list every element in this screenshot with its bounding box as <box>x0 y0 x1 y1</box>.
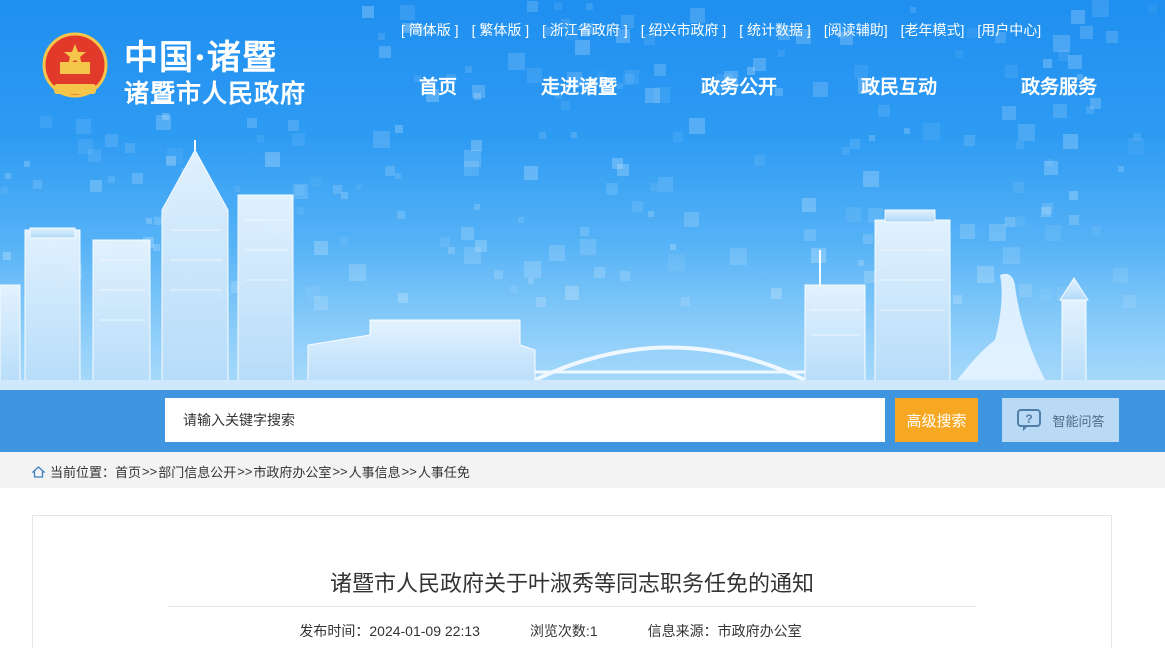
mosaic-tile <box>378 33 385 40</box>
mosaic-tile <box>1148 4 1157 13</box>
mosaic-tile <box>1080 26 1093 39</box>
city-skyline-illustration <box>0 140 1165 390</box>
mosaic-tile <box>586 3 593 10</box>
mosaic-tile <box>1043 59 1052 68</box>
publish-time: 发布时间：2024-01-09 22:13 <box>299 621 480 641</box>
mosaic-tile <box>1018 124 1035 141</box>
breadcrumb-separator: >> <box>142 464 158 479</box>
view-count: 浏览次数:1 <box>530 621 598 641</box>
utility-links: [ 简体版 ] [ 繁体版 ] [ 浙江省政府 ] [ 绍兴市政府 ] [ 统计… <box>397 20 1050 40</box>
mosaic-tile <box>156 115 171 130</box>
advanced-search-button[interactable]: 高级搜索 <box>895 398 978 442</box>
mosaic-tile <box>379 46 391 58</box>
breadcrumb-personnel-info[interactable]: 人事信息 <box>349 462 401 481</box>
home-icon <box>32 465 45 478</box>
publish-time-label: 发布时间： <box>299 623 370 639</box>
mosaic-tile <box>527 1 538 12</box>
mosaic-tile <box>955 50 963 58</box>
breadcrumb-bar: 当前位置： 首页 >> 部门信息公开 >> 市政府办公室 >> 人事信息 >> … <box>0 452 1165 488</box>
mosaic-tile <box>40 116 52 128</box>
mosaic-tile <box>247 118 257 128</box>
link-traditional-chinese[interactable]: [ 繁体版 ] <box>468 20 534 40</box>
mosaic-tile <box>1068 55 1082 69</box>
mosaic-tile <box>76 119 91 134</box>
mosaic-tile <box>400 5 415 20</box>
smart-qa-label: 智能问答 <box>1052 413 1105 429</box>
breadcrumb-home[interactable]: 首页 <box>115 462 141 481</box>
search-band: 高级搜索 ? 智能问答 <box>0 390 1165 452</box>
mosaic-tile <box>1092 0 1109 17</box>
mosaic-tile <box>554 2 562 10</box>
mosaic-tile <box>575 40 590 55</box>
breadcrumb-appointments[interactable]: 人事任免 <box>418 462 470 481</box>
publish-time-value: 2024-01-09 22:13 <box>369 623 480 639</box>
view-count-value: 1 <box>589 623 598 639</box>
link-reading-aid[interactable]: [阅读辅助] <box>820 20 892 40</box>
mosaic-tile <box>878 105 890 117</box>
mosaic-tile <box>1002 106 1016 120</box>
smart-qa-button[interactable]: ? 智能问答 <box>1002 398 1119 442</box>
breadcrumb-prefix: 当前位置： <box>50 465 116 480</box>
nav-about-zhuji[interactable]: 走进诸暨 <box>541 72 617 99</box>
mosaic-tile <box>1071 10 1085 24</box>
article-title: 诸暨市人民政府关于叶淑秀等同志职务任免的通知 <box>329 571 814 596</box>
info-source: 信息来源：市政府办公室 <box>648 621 802 641</box>
breadcrumb-separator: >> <box>401 464 417 479</box>
mosaic-tile <box>689 118 705 134</box>
main-navigation: 首页 走进诸暨 政务公开 政民互动 政务服务 <box>0 72 1165 100</box>
mosaic-tile <box>1053 35 1070 52</box>
mosaic-tile <box>778 50 785 57</box>
mosaic-tile <box>508 53 525 70</box>
mosaic-tile <box>571 132 577 138</box>
svg-text:?: ? <box>1026 412 1033 426</box>
mosaic-tile <box>288 120 299 131</box>
mosaic-tile <box>561 101 570 110</box>
link-elderly-mode[interactable]: [老年模式] <box>897 20 969 40</box>
breadcrumb-separator: >> <box>332 464 348 479</box>
view-count-label: 浏览次数: <box>529 623 590 639</box>
link-statistics[interactable]: [ 统计数据 ] <box>735 20 815 40</box>
mosaic-tile <box>1053 104 1067 118</box>
title-divider <box>168 606 976 607</box>
header-banner: 中国·诸暨 诸暨市人民政府 [ 简体版 ] [ 繁体版 ] [ 浙江省政府 ] … <box>0 0 1165 390</box>
mosaic-tile <box>362 6 374 18</box>
mosaic-tile <box>923 123 940 140</box>
breadcrumb-department-info[interactable]: 部门信息公开 <box>158 462 236 481</box>
link-user-center[interactable]: [用户中心] <box>973 20 1045 40</box>
info-source-value: 市政府办公室 <box>717 623 802 639</box>
breadcrumb: 当前位置： 首页 >> 部门信息公开 >> 市政府办公室 >> 人事信息 >> … <box>32 462 470 481</box>
info-source-label: 信息来源： <box>647 623 718 639</box>
search-input[interactable] <box>165 398 885 442</box>
link-zhejiang-gov[interactable]: [ 浙江省政府 ] <box>538 20 632 40</box>
mosaic-tile <box>904 128 910 134</box>
chat-question-icon: ? <box>1017 409 1042 431</box>
article-meta: 发布时间：2024-01-09 22:13 浏览次数:1 信息来源：市政府办公室 <box>33 621 1111 641</box>
mosaic-tile <box>539 132 546 139</box>
nav-home[interactable]: 首页 <box>419 72 457 99</box>
mosaic-tile <box>1106 31 1118 43</box>
breadcrumb-separator: >> <box>237 464 253 479</box>
mosaic-tile <box>395 125 403 133</box>
link-simplified-chinese[interactable]: [ 简体版 ] <box>397 20 463 40</box>
mosaic-tile <box>910 7 916 13</box>
breadcrumb-gov-office[interactable]: 市政府办公室 <box>253 462 331 481</box>
nav-government-affairs[interactable]: 政务公开 <box>701 72 777 99</box>
nav-public-interaction[interactable]: 政民互动 <box>861 72 937 99</box>
link-shaoxing-gov[interactable]: [ 绍兴市政府 ] <box>637 20 731 40</box>
article-card: 诸暨市人民政府关于叶淑秀等同志职务任免的通知 发布时间：2024-01-09 2… <box>32 515 1112 648</box>
nav-government-services[interactable]: 政务服务 <box>1021 72 1097 99</box>
